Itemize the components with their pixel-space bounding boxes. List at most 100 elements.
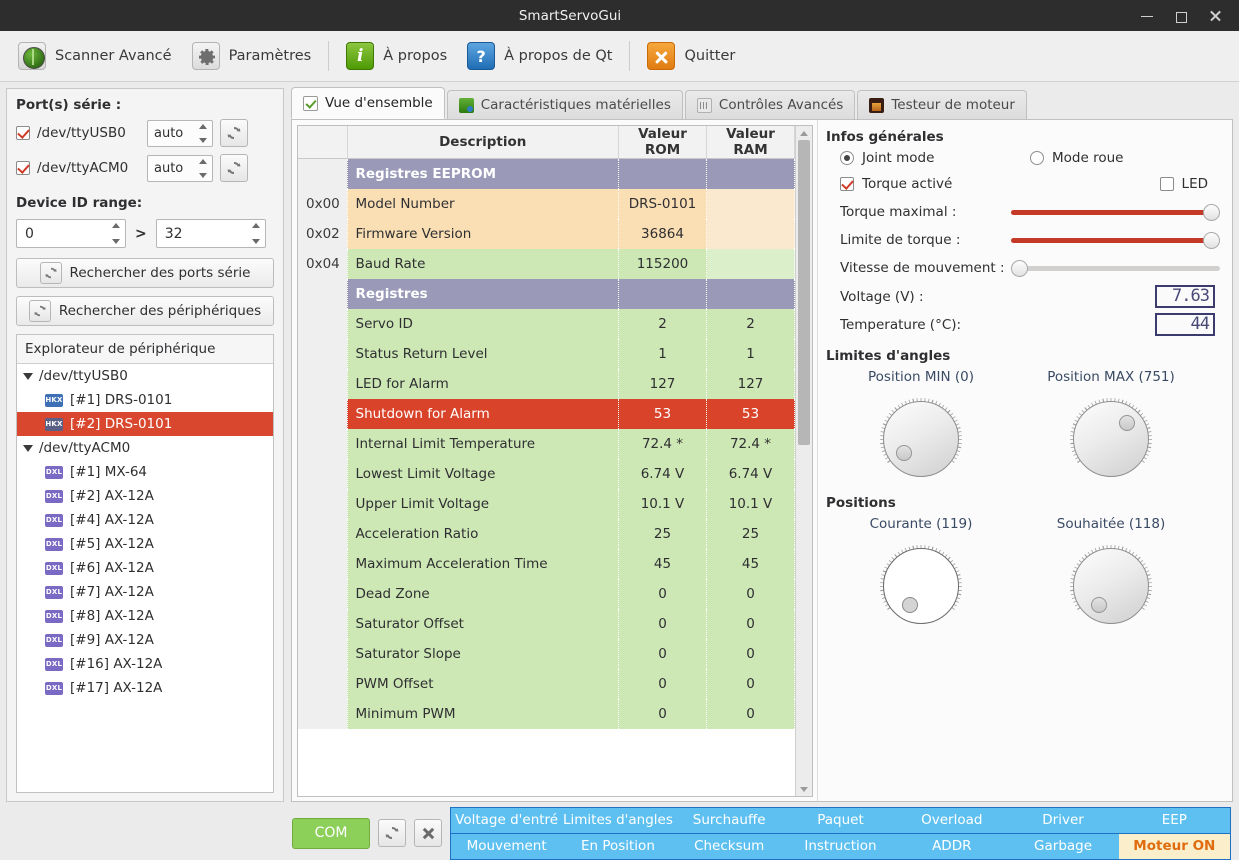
table-row[interactable]: Saturator Slope00 [298, 639, 795, 669]
slider-movement-speed[interactable] [1011, 257, 1220, 279]
status-cell[interactable]: En Position [562, 834, 673, 859]
radio-icon-wheel[interactable] [1030, 151, 1044, 165]
table-row[interactable]: Dead Zone00 [298, 579, 795, 609]
tree-device-node[interactable]: HKX[#2] DRS-0101 [17, 412, 273, 436]
tree-device-node[interactable]: DXL[#9] AX-12A [17, 628, 273, 652]
status-cell[interactable]: Garbage [1007, 834, 1118, 859]
table-row[interactable]: 0x00Model NumberDRS-0101 [298, 189, 795, 219]
table-row[interactable]: 0x04Baud Rate115200 [298, 249, 795, 279]
status-cell[interactable]: Driver [1007, 808, 1118, 833]
refresh-port-acm0-button[interactable] [220, 154, 248, 182]
table-row[interactable]: Lowest Limit Voltage6.74 V6.74 V [298, 459, 795, 489]
tab-1[interactable]: Caractéristiques matérielles [447, 90, 683, 119]
tree-device-node[interactable]: DXL[#16] AX-12A [17, 652, 273, 676]
angle-limit-knob-dial[interactable] [1061, 389, 1161, 489]
led-checkbox[interactable] [1160, 177, 1174, 191]
refresh-button[interactable] [378, 819, 406, 847]
tree-device-node[interactable]: DXL[#7] AX-12A [17, 580, 273, 604]
tree-device-node[interactable]: DXL[#5] AX-12A [17, 532, 273, 556]
tree-device-node[interactable]: DXL[#1] MX-64 [17, 460, 273, 484]
status-cell[interactable]: ADDR [896, 834, 1007, 859]
close-icon[interactable] [1208, 9, 1222, 23]
tree-device-node[interactable]: DXL[#6] AX-12A [17, 556, 273, 580]
chevron-up-icon[interactable] [199, 124, 207, 129]
table-row[interactable]: Status Return Level11 [298, 339, 795, 369]
table-row[interactable]: Upper Limit Voltage10.1 V10.1 V [298, 489, 795, 519]
slider-handle[interactable] [1011, 260, 1028, 277]
status-cell[interactable]: Moteur ON [1119, 834, 1230, 859]
toolbar-button-a-propos[interactable]: À propos [336, 38, 457, 74]
position-knob-dial[interactable] [1061, 536, 1161, 636]
table-row[interactable]: Servo ID22 [298, 309, 795, 339]
status-cell[interactable]: EEP [1119, 808, 1230, 833]
chevron-down-icon[interactable] [252, 239, 260, 244]
chevron-up-icon[interactable] [199, 159, 207, 164]
stop-button[interactable] [414, 819, 442, 847]
status-cell[interactable]: Surchauffe [674, 808, 785, 833]
chevron-down-icon[interactable] [112, 239, 120, 244]
chevron-down-icon[interactable] [199, 138, 207, 143]
device-tree[interactable]: /dev/ttyUSB0HKX[#1] DRS-0101HKX[#2] DRS-… [17, 364, 273, 792]
triangle-down-icon[interactable] [23, 445, 33, 452]
refresh-port-usb0-button[interactable] [220, 119, 248, 147]
chevron-down-icon[interactable] [199, 173, 207, 178]
port-checkbox-usb0[interactable] [16, 126, 30, 140]
radio-wheel-mode[interactable]: Mode roue [1030, 150, 1220, 166]
col-header-rom[interactable]: Valeur ROM [619, 126, 707, 159]
baud-select-usb0[interactable]: auto [147, 120, 213, 147]
tree-port-node[interactable]: /dev/ttyACM0 [17, 436, 273, 460]
baud-select-acm0[interactable]: auto [147, 155, 213, 182]
tree-device-node[interactable]: DXL[#4] AX-12A [17, 508, 273, 532]
tree-device-node[interactable]: DXL[#17] AX-12A [17, 676, 273, 700]
table-row[interactable]: LED for Alarm127127 [298, 369, 795, 399]
maximize-icon[interactable] [1174, 9, 1188, 23]
position-knob-dial[interactable] [871, 536, 971, 636]
tree-device-node[interactable]: HKX[#1] DRS-0101 [17, 388, 273, 412]
slider-handle[interactable] [1203, 232, 1220, 249]
table-row[interactable]: Acceleration Ratio2525 [298, 519, 795, 549]
status-cell[interactable]: Mouvement [451, 834, 562, 859]
tree-device-node[interactable]: DXL[#8] AX-12A [17, 604, 273, 628]
torque-enabled-checkbox[interactable] [840, 177, 854, 191]
toolbar-button-scanner-avance[interactable]: Scanner Avancé [8, 38, 182, 74]
slider-handle[interactable] [1203, 204, 1220, 221]
status-cell[interactable]: Paquet [785, 808, 896, 833]
status-cell[interactable]: Voltage d'entré [451, 808, 562, 833]
status-cell[interactable]: Checksum [674, 834, 785, 859]
port-checkbox-acm0[interactable] [16, 161, 30, 175]
slider-torque-max[interactable] [1011, 201, 1220, 223]
toolbar-button-a-propos-de-qt[interactable]: À propos de Qt [457, 38, 622, 74]
table-row[interactable]: Maximum Acceleration Time4545 [298, 549, 795, 579]
table-row[interactable]: PWM Offset00 [298, 669, 795, 699]
status-cell[interactable]: Overload [896, 808, 1007, 833]
tab-3[interactable]: Testeur de moteur [857, 90, 1027, 119]
tree-device-node[interactable]: DXL[#2] AX-12A [17, 484, 273, 508]
tab-2[interactable]: Contrôles Avancés [685, 90, 855, 119]
com-button[interactable]: COM [292, 818, 370, 849]
radio-joint-mode[interactable]: Joint mode [840, 150, 1030, 166]
id-min-input[interactable]: 0 [16, 219, 126, 248]
radio-icon-joint[interactable] [840, 151, 854, 165]
minimize-icon[interactable] [1140, 9, 1154, 23]
status-cell[interactable]: Limites d'angles [562, 808, 673, 833]
table-row[interactable]: Shutdown for Alarm5353 [298, 399, 795, 429]
scroll-up-arrow-icon[interactable] [796, 126, 812, 140]
scan-devices-button[interactable]: Rechercher des périphériques [16, 296, 274, 326]
table-row[interactable]: Registres [298, 279, 795, 309]
table-row[interactable]: Registres EEPROM [298, 159, 795, 189]
chevron-up-icon[interactable] [112, 223, 120, 228]
scroll-down-arrow-icon[interactable] [796, 782, 812, 796]
scrollbar-thumb[interactable] [798, 140, 810, 445]
slider-torque-limit[interactable] [1011, 229, 1220, 251]
toolbar-button-quitter[interactable]: Quitter [637, 38, 745, 74]
col-header-ram[interactable]: Valeur RAM [707, 126, 795, 159]
table-scrollbar[interactable] [795, 126, 812, 796]
toolbar-button-parametres[interactable]: Paramètres [182, 38, 322, 74]
table-row[interactable]: Saturator Offset00 [298, 609, 795, 639]
status-cell[interactable]: Instruction [785, 834, 896, 859]
table-row[interactable]: 0x02Firmware Version36864 [298, 219, 795, 249]
id-max-input[interactable]: 32 [156, 219, 266, 248]
col-header-description[interactable]: Description [347, 126, 619, 159]
triangle-down-icon[interactable] [23, 373, 33, 380]
scan-serial-ports-button[interactable]: Rechercher des ports série [16, 258, 274, 288]
